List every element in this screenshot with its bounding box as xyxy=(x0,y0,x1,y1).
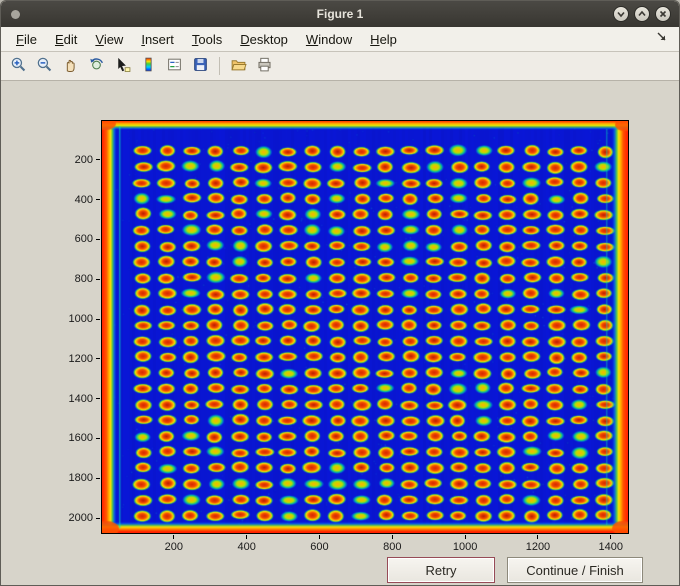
save-button[interactable] xyxy=(188,55,213,78)
plot-canvas[interactable] xyxy=(102,121,628,533)
x-tick-label: 800 xyxy=(383,541,402,553)
menu-insert[interactable]: Insert xyxy=(132,29,183,50)
x-tick-label: 1400 xyxy=(598,541,624,553)
dock-figure-icon[interactable] xyxy=(655,30,669,49)
y-tick-label: 600 xyxy=(74,233,93,246)
x-tick-mark xyxy=(464,535,466,539)
zoom-out-icon xyxy=(36,56,53,76)
close-icon xyxy=(658,9,668,19)
y-tick-label: 1400 xyxy=(68,392,93,405)
chevron-up-icon xyxy=(637,9,647,19)
y-tick-mark xyxy=(96,358,100,360)
x-tick-mark xyxy=(537,535,539,539)
figure-area: Retry Continue / Finish 200 400 600 800 1000… xyxy=(1,82,679,585)
toolbar-separator xyxy=(219,57,220,75)
pan-button[interactable] xyxy=(58,55,83,78)
zoom-in-icon xyxy=(10,56,27,76)
x-tick-mark xyxy=(246,535,248,539)
y-tick-label: 400 xyxy=(74,193,93,206)
y-tick-label: 1600 xyxy=(68,432,93,445)
x-tick-mark xyxy=(610,535,612,539)
zoom-in-button[interactable] xyxy=(6,55,31,78)
hand-icon xyxy=(62,56,79,76)
y-tick-mark xyxy=(96,199,100,201)
colorbar-icon xyxy=(140,56,157,76)
window-title: Figure 1 xyxy=(316,7,364,21)
menu-desktop[interactable]: Desktop xyxy=(231,29,297,50)
x-tick-label: 200 xyxy=(164,541,183,553)
x-tick-label: 1000 xyxy=(452,541,478,553)
plot-axes xyxy=(101,120,629,534)
figure-window: Figure 1 File Edit View Insert Tools Des… xyxy=(0,0,680,586)
save-icon xyxy=(192,56,209,76)
x-tick-label: 400 xyxy=(237,541,256,553)
chevron-down-icon xyxy=(616,9,626,19)
y-tick-label: 200 xyxy=(74,153,93,166)
y-tick-mark xyxy=(96,517,100,519)
x-tick-mark xyxy=(173,535,175,539)
shade-button[interactable] xyxy=(613,6,629,22)
menu-help[interactable]: Help xyxy=(361,29,406,50)
insert-legend-button[interactable] xyxy=(162,55,187,78)
figure-toolbar xyxy=(1,52,679,81)
data-cursor-icon xyxy=(114,56,131,76)
x-tick-label: 600 xyxy=(310,541,329,553)
legend-icon xyxy=(166,56,183,76)
y-tick-mark xyxy=(96,318,100,320)
continue-finish-button[interactable]: Continue / Finish xyxy=(507,557,643,583)
y-tick-label: 800 xyxy=(74,273,93,286)
maximize-button[interactable] xyxy=(634,6,650,22)
print-button[interactable] xyxy=(252,55,277,78)
open-button[interactable] xyxy=(226,55,251,78)
y-tick-label: 1000 xyxy=(68,313,93,326)
data-cursor-button[interactable] xyxy=(110,55,135,78)
retry-button[interactable]: Retry xyxy=(387,557,495,583)
window-icon xyxy=(11,9,20,19)
rotate-3d-icon xyxy=(88,56,105,76)
x-tick-mark xyxy=(318,535,320,539)
y-tick-label: 1200 xyxy=(68,352,93,365)
zoom-out-button[interactable] xyxy=(32,55,57,78)
folder-icon xyxy=(230,56,247,76)
close-button[interactable] xyxy=(655,6,671,22)
menu-file[interactable]: File xyxy=(7,29,46,50)
y-tick-mark xyxy=(96,159,100,161)
y-tick-label: 2000 xyxy=(68,512,93,525)
titlebar[interactable]: Figure 1 xyxy=(1,1,679,27)
y-tick-mark xyxy=(96,437,100,439)
y-tick-mark xyxy=(96,238,100,240)
menu-window[interactable]: Window xyxy=(297,29,361,50)
y-tick-mark xyxy=(96,477,100,479)
menu-tools[interactable]: Tools xyxy=(183,29,231,50)
y-tick-label: 1800 xyxy=(68,472,93,485)
menu-edit[interactable]: Edit xyxy=(46,29,86,50)
printer-icon xyxy=(256,56,273,76)
menu-view[interactable]: View xyxy=(86,29,132,50)
y-tick-mark xyxy=(96,278,100,280)
insert-colorbar-button[interactable] xyxy=(136,55,161,78)
rotate-3d-button[interactable] xyxy=(84,55,109,78)
y-tick-mark xyxy=(96,398,100,400)
x-tick-label: 1200 xyxy=(525,541,551,553)
x-tick-mark xyxy=(391,535,393,539)
menubar: File Edit View Insert Tools Desktop Wind… xyxy=(1,27,679,52)
